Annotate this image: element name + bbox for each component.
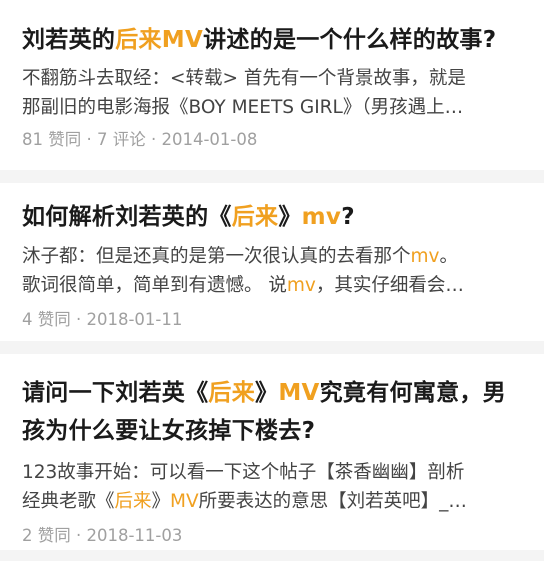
title-highlight: 后来MV (115, 27, 204, 53)
excerpt-highlight: mv (410, 246, 440, 267)
excerpt-text: 那副旧的电影海报《BOY MEETS GIRL》（男孩遇上… (22, 97, 464, 118)
search-results-list: 刘若英的后来MV讲述的是一个什么样的故事? 不翻筋斗去取经：<转载> 首先有一个… (0, 0, 544, 561)
result-meta: 2 赞同 · 2018-11-03 (22, 526, 183, 545)
result-excerpt[interactable]: 沐子都：但是还真的是第一次很认真的去看那个mv。 歌词很简单，简单到有遗憾。 说… (22, 242, 522, 300)
result-title[interactable]: 如何解析刘若英的《后来》mv? (22, 183, 522, 236)
excerpt-line: 不翻筋斗去取经：<转载> 首先有一个背景故事，就是 (22, 64, 522, 93)
excerpt-highlight: 后来 (114, 491, 152, 512)
title-text: 究竟有何寓意，男 (319, 380, 507, 406)
title-highlight: 后来 (208, 380, 256, 406)
result-title[interactable]: 刘若英的后来MV讲述的是一个什么样的故事? (22, 0, 522, 59)
title-highlight: mv (301, 204, 342, 230)
excerpt-text: ，其实仔细看会… (315, 275, 464, 296)
result-excerpt[interactable]: 123故事开始：可以看一下这个帖子【茶香幽幽】剖析 经典老歌《后来》MV所要表达… (22, 458, 522, 516)
title-highlight: MV (278, 380, 320, 406)
excerpt-text: 》 (151, 491, 171, 512)
title-highlight: 后来 (231, 204, 279, 230)
excerpt-highlight: mv (286, 275, 316, 296)
title-text: 刘若英的 (22, 27, 116, 53)
title-text: ? (341, 204, 355, 230)
title-text: 如何解析刘若英的《 (22, 204, 232, 230)
result-card-2[interactable]: 如何解析刘若英的《后来》mv? 沐子都：但是还真的是第一次很认真的去看那个mv。… (0, 183, 544, 341)
excerpt-text: 经典老歌《 (22, 491, 115, 512)
title-text: 孩为什么要让女孩掉下楼去? (22, 418, 316, 444)
result-card-3[interactable]: 请问一下刘若英《后来》MV究竟有何寓意，男 孩为什么要让女孩掉下楼去? 123故… (0, 354, 544, 550)
excerpt-line: 沐子都：但是还真的是第一次很认真的去看那个mv。 (22, 242, 522, 271)
excerpt-text: 所要表达的意思【刘若英吧】_… (198, 491, 467, 512)
title-text: 请问一下刘若英《 (22, 380, 209, 406)
excerpt-line: 123故事开始：可以看一下这个帖子【茶香幽幽】剖析 (22, 458, 522, 487)
title-line: 孩为什么要让女孩掉下楼去? (22, 412, 522, 450)
title-text: 》 (278, 204, 302, 230)
excerpt-line: 那副旧的电影海报《BOY MEETS GIRL》（男孩遇上… (22, 93, 522, 122)
excerpt-text: 歌词很简单，简单到有遗憾。 说 (22, 275, 287, 296)
excerpt-text: 不翻筋斗去取经：<转载> 首先有一个背景故事，就是 (22, 68, 466, 89)
excerpt-text: 123故事开始：可以看一下这个帖子【茶香幽幽】剖析 (22, 462, 465, 483)
result-excerpt[interactable]: 不翻筋斗去取经：<转载> 首先有一个背景故事，就是 那副旧的电影海报《BOY M… (22, 64, 522, 122)
excerpt-line: 歌词很简单，简单到有遗憾。 说mv，其实仔细看会… (22, 271, 522, 300)
excerpt-line: 经典老歌《后来》MV所要表达的意思【刘若英吧】_… (22, 487, 522, 516)
result-card-1[interactable]: 刘若英的后来MV讲述的是一个什么样的故事? 不翻筋斗去取经：<转载> 首先有一个… (0, 0, 544, 170)
title-line: 请问一下刘若英《后来》MV究竟有何寓意，男 (22, 374, 522, 412)
result-title[interactable]: 请问一下刘若英《后来》MV究竟有何寓意，男 孩为什么要让女孩掉下楼去? (22, 354, 522, 450)
result-meta: 81 赞同 · 7 评论 · 2014-01-08 (22, 130, 258, 149)
title-text: 讲述的是一个什么样的故事? (203, 27, 497, 53)
excerpt-text: 沐子都：但是还真的是第一次很认真的去看那个 (22, 246, 411, 267)
excerpt-text: 。 (439, 246, 459, 267)
title-text: 》 (255, 380, 279, 406)
excerpt-highlight: MV (170, 491, 199, 512)
result-meta: 4 赞同 · 2018-01-11 (22, 310, 183, 329)
